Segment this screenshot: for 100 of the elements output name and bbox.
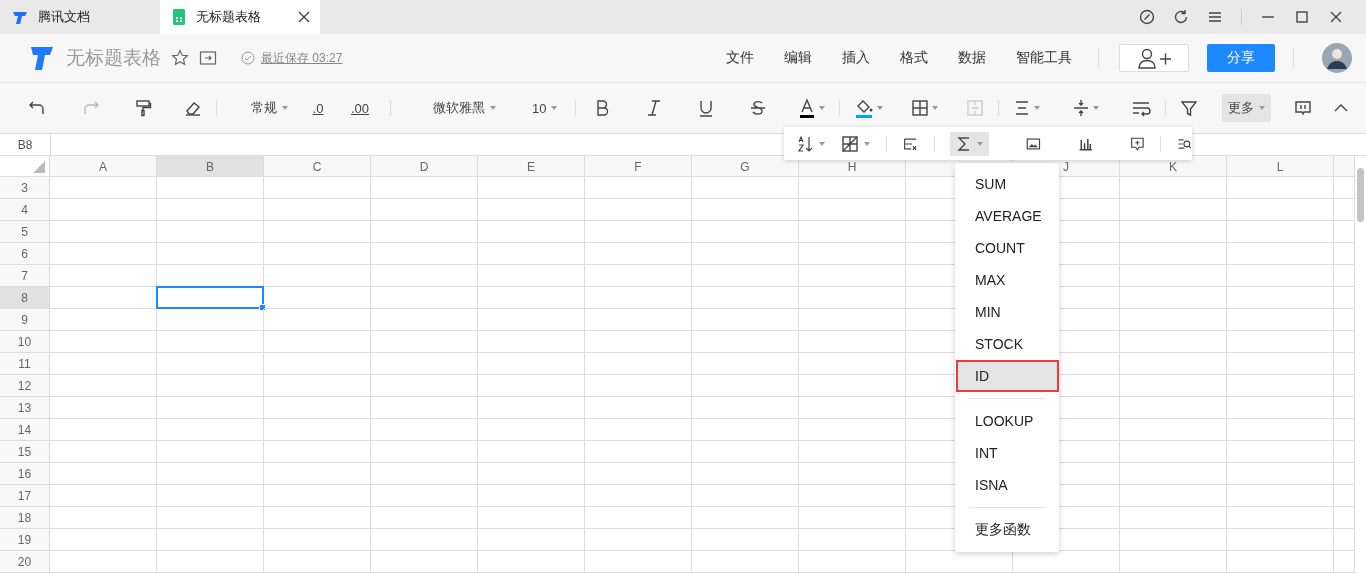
grid-cell[interactable] (1227, 177, 1334, 199)
grid-cell[interactable] (799, 397, 906, 419)
grid-cell[interactable] (50, 265, 157, 287)
add-collaborator-button[interactable] (1119, 44, 1189, 72)
row-header[interactable]: 13 (0, 397, 50, 419)
grid-cell[interactable] (157, 507, 264, 529)
compass-icon[interactable] (1139, 9, 1155, 25)
function-menu-item[interactable]: INT (955, 437, 1059, 469)
row-header[interactable]: 19 (0, 529, 50, 551)
function-menu-item[interactable]: ISNA (955, 469, 1059, 501)
menu-icon[interactable] (1207, 9, 1223, 25)
browser-tab[interactable]: 腾讯文档 (0, 0, 160, 34)
grid-cell[interactable] (585, 331, 692, 353)
grid-cell[interactable] (264, 507, 371, 529)
grid-cell[interactable] (585, 243, 692, 265)
grid-cell[interactable] (157, 529, 264, 551)
grid-cell[interactable] (799, 463, 906, 485)
grid-cell[interactable] (692, 243, 799, 265)
grid-cell[interactable] (692, 397, 799, 419)
grid-cell[interactable] (799, 507, 906, 529)
function-menu-item[interactable]: COUNT (955, 232, 1059, 264)
active-cell[interactable] (156, 286, 264, 309)
grid-cell[interactable] (692, 221, 799, 243)
grid-cell[interactable] (585, 265, 692, 287)
grid-cell[interactable] (371, 419, 478, 441)
grid-cell[interactable] (585, 463, 692, 485)
grid-cell[interactable] (478, 243, 585, 265)
grid-cell[interactable] (371, 529, 478, 551)
grid-cell[interactable] (264, 397, 371, 419)
grid-cell[interactable] (478, 397, 585, 419)
grid-cell[interactable] (692, 265, 799, 287)
borders-icon[interactable] (911, 99, 930, 117)
row-header[interactable]: 9 (0, 309, 50, 331)
grid-cell[interactable] (1227, 441, 1334, 463)
row-header[interactable]: 10 (0, 331, 50, 353)
grid-cell[interactable] (157, 199, 264, 221)
grid-cell[interactable] (371, 375, 478, 397)
function-menu-item[interactable]: MIN (955, 296, 1059, 328)
avatar-icon[interactable] (1322, 43, 1352, 73)
menu-item[interactable]: 文件 (726, 49, 754, 67)
function-menu-item[interactable]: AVERAGE (955, 200, 1059, 232)
grid-cell[interactable] (1334, 265, 1355, 287)
grid-cell[interactable] (157, 353, 264, 375)
column-header[interactable]: D (371, 156, 478, 177)
grid-cell[interactable] (1227, 397, 1334, 419)
column-header[interactable]: G (692, 156, 799, 177)
grid-cell[interactable] (692, 375, 799, 397)
browser-tab[interactable]: 无标题表格 (160, 0, 320, 34)
column-header[interactable]: C (264, 156, 371, 177)
grid-cell[interactable] (585, 441, 692, 463)
grid-cell[interactable] (1334, 507, 1355, 529)
more-functions-item[interactable]: 更多函数 (955, 514, 1059, 546)
grid-cell[interactable] (157, 419, 264, 441)
wrap-text-icon[interactable] (1131, 99, 1152, 117)
grid-cell[interactable] (50, 331, 157, 353)
function-menu-item[interactable]: STOCK (955, 328, 1059, 360)
grid-cell[interactable] (478, 485, 585, 507)
grid-cell[interactable] (264, 441, 371, 463)
grid-cell[interactable] (371, 199, 478, 221)
row-header[interactable]: 18 (0, 507, 50, 529)
grid-cell[interactable] (692, 419, 799, 441)
grid-cell[interactable] (157, 331, 264, 353)
select-all-icon[interactable] (33, 161, 45, 173)
fill-color-icon[interactable] (854, 98, 875, 118)
grid-cell[interactable] (50, 397, 157, 419)
function-menu-item[interactable]: LOOKUP (955, 405, 1059, 437)
grid-cell[interactable] (585, 507, 692, 529)
grid-cell[interactable] (157, 441, 264, 463)
grid-cell[interactable] (692, 441, 799, 463)
grid-cell[interactable] (1334, 419, 1355, 441)
grid-cell[interactable] (1227, 221, 1334, 243)
grid-cell[interactable] (478, 551, 585, 573)
row-header[interactable]: 12 (0, 375, 50, 397)
grid-cell[interactable] (692, 485, 799, 507)
grid-cell[interactable] (692, 529, 799, 551)
column-header[interactable]: E (478, 156, 585, 177)
merge-cells-icon[interactable] (966, 99, 985, 117)
grid-cell[interactable] (1120, 463, 1227, 485)
grid-cell[interactable] (157, 375, 264, 397)
grid-cell[interactable] (478, 309, 585, 331)
grid-cell[interactable] (371, 221, 478, 243)
grid-cell[interactable] (478, 265, 585, 287)
grid-cell[interactable] (157, 177, 264, 199)
grid-cell[interactable] (1227, 353, 1334, 375)
grid-cell[interactable] (1227, 309, 1334, 331)
grid-cell[interactable] (799, 485, 906, 507)
grid-cell[interactable] (264, 265, 371, 287)
grid-cell[interactable] (478, 507, 585, 529)
function-menu-item[interactable]: MAX (955, 264, 1059, 296)
grid-cell[interactable] (692, 551, 799, 573)
format-painter-icon[interactable] (134, 99, 152, 117)
maximize-icon[interactable] (1294, 9, 1310, 25)
grid-cell[interactable] (478, 221, 585, 243)
grid-cell[interactable] (264, 243, 371, 265)
grid-cell[interactable] (1120, 309, 1227, 331)
grid-cell[interactable] (264, 353, 371, 375)
grid-cell[interactable] (1227, 243, 1334, 265)
row-header[interactable]: 7 (0, 265, 50, 287)
grid-cell[interactable] (50, 485, 157, 507)
grid-cell[interactable] (1334, 287, 1355, 309)
